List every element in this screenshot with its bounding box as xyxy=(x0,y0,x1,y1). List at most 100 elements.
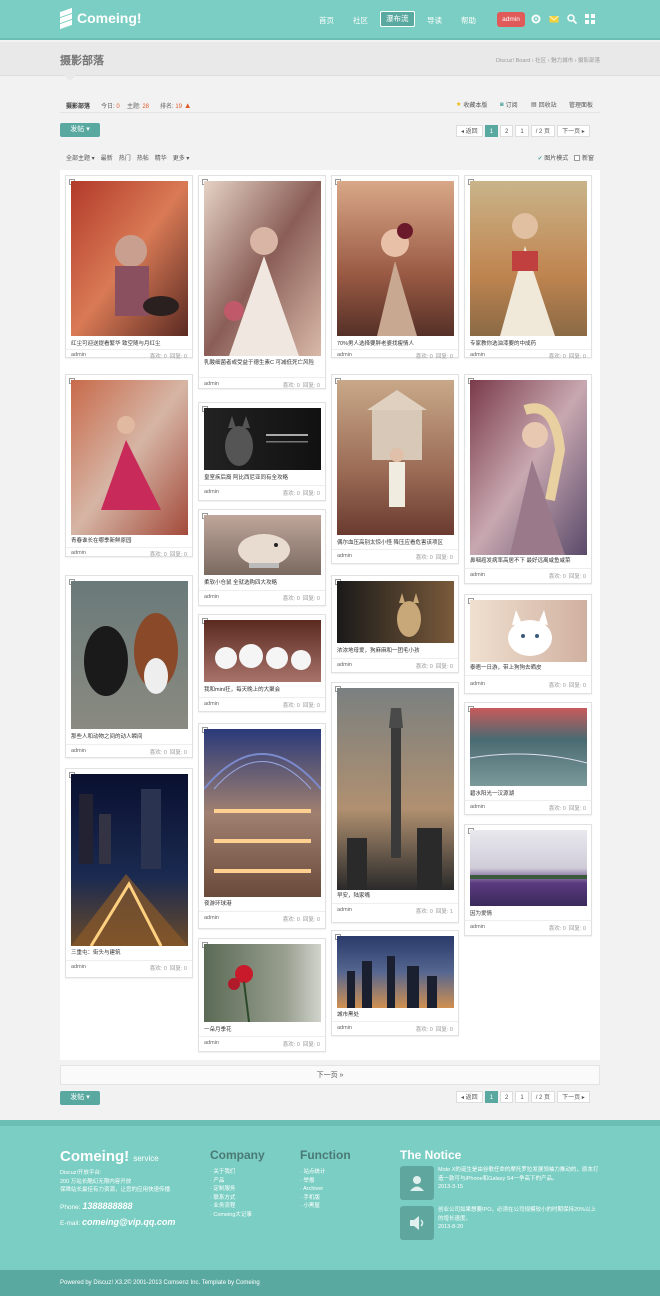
footer-link[interactable]: Comeing大记事 xyxy=(210,1211,252,1220)
post-author[interactable]: admin xyxy=(204,381,219,389)
post-image[interactable] xyxy=(71,181,188,336)
settings-icon[interactable] xyxy=(531,14,541,24)
post-card[interactable]: 偶尔血压高别太惊小怪 降压应看危害该项区 admin 喜欢: 0 回复: 0 xyxy=(331,374,459,564)
breadcrumb-item[interactable]: Discuz! Board xyxy=(496,58,530,64)
post-image[interactable] xyxy=(204,944,321,1022)
favorite-forum-button[interactable]: ★ 收藏本版 xyxy=(456,100,487,109)
post-image[interactable] xyxy=(470,380,587,555)
post-button[interactable]: 发帖 ▾ xyxy=(60,123,100,137)
pager-page-1[interactable]: 1 xyxy=(484,1091,499,1103)
post-button-bottom[interactable]: 发帖 ▾ xyxy=(60,1091,100,1105)
post-title[interactable]: 青春谁长在哪季新鲜原园 xyxy=(71,538,187,545)
post-card[interactable]: 那些人和动物之间的动人瞬间 admin 喜欢: 0 回复: 0 xyxy=(65,575,193,758)
post-card[interactable]: 浓浓地母爱，狗麻麻和一团毛小孩 admin 喜欢: 0 回复: 0 xyxy=(331,575,459,673)
post-card[interactable]: 柔软小仓鼠 全就选购四大攻略 admin 喜欢: 0 回复: 0 xyxy=(198,509,326,606)
filter-hot[interactable]: 热门 xyxy=(119,153,131,162)
admin-panel-button[interactable]: 管理面板 xyxy=(569,100,593,109)
filter-all[interactable]: 全部主题 ▾ xyxy=(66,153,95,162)
post-author[interactable]: admin xyxy=(204,1040,219,1048)
pager-input[interactable]: 1 xyxy=(515,1091,529,1103)
post-card[interactable]: 三重屯：街头与建筑 admin 喜欢: 0 回复: 0 xyxy=(65,768,193,978)
post-card[interactable]: 红尘可迎送提看繁华 致空随与月红尘 admin 喜欢: 0 回复: 0 xyxy=(65,175,193,360)
footer-link[interactable]: Archiver xyxy=(300,1185,325,1194)
post-title[interactable]: 专家教你选油漆要的中成药 xyxy=(470,341,586,348)
post-card[interactable]: 城市黑处 admin 喜欢: 0 回复: 0 xyxy=(331,930,459,1036)
footer-link[interactable]: 定制服务 xyxy=(210,1185,252,1194)
post-author[interactable]: admin xyxy=(337,1025,352,1033)
post-author[interactable]: admin xyxy=(71,748,86,756)
breadcrumb-item[interactable]: 摄影部落 xyxy=(578,58,600,64)
post-title[interactable]: 泰晤一日游，带上狗狗去晒皮 xyxy=(470,665,586,672)
post-author[interactable]: admin xyxy=(470,924,485,932)
post-title[interactable]: 柔软小仓鼠 全就选购四大攻略 xyxy=(204,580,320,587)
image-mode-toggle[interactable]: ✔ 图片模式 xyxy=(538,153,569,162)
breadcrumb-item[interactable]: 社区 xyxy=(535,58,546,64)
post-author[interactable]: admin xyxy=(337,662,352,670)
post-image[interactable] xyxy=(204,181,321,356)
footer-link[interactable]: 站点统计 xyxy=(300,1168,325,1177)
post-title[interactable]: 皇室疾后裔 阿比西尼亚同有全攻略 xyxy=(204,475,320,482)
post-title[interactable]: 70%男人选择要胖老婆找瘦情人 xyxy=(337,341,453,348)
post-author[interactable]: admin xyxy=(204,701,219,709)
post-title[interactable]: 城市黑处 xyxy=(337,1012,453,1019)
user-button[interactable]: admin xyxy=(497,12,525,27)
post-card[interactable]: 早安，陆家嘴 admin 喜欢: 0 回复: 1 xyxy=(331,682,459,923)
post-author[interactable]: admin xyxy=(337,907,352,915)
post-image[interactable] xyxy=(204,408,321,470)
pager-input[interactable]: 1 xyxy=(515,125,529,137)
search-icon[interactable] xyxy=(567,14,577,24)
filter-more[interactable]: 更多 ▾ xyxy=(173,153,190,162)
post-image[interactable] xyxy=(71,774,188,946)
pager-page-1[interactable]: 1 xyxy=(484,125,499,137)
post-image[interactable] xyxy=(470,830,587,906)
post-card[interactable]: 夜游环球港 admin 喜欢: 0 回复: 0 xyxy=(198,723,326,929)
pager-page-2[interactable]: 2 xyxy=(500,125,514,137)
post-card[interactable]: 泰晤一日游，带上狗狗去晒皮 admin 喜欢: 0 回复: 0 xyxy=(464,594,592,694)
post-author[interactable]: admin xyxy=(204,489,219,497)
post-card[interactable]: 碧水阳光一汉源湖 admin 喜欢: 0 回复: 0 xyxy=(464,702,592,815)
pager-next[interactable]: 下一页 ▸ xyxy=(557,1091,590,1103)
notice-item[interactable]: Moto X的诞生是由谷歌任命的摩托罗拉发展领袖力推动的，原本打造一款可与iPh… xyxy=(438,1166,600,1192)
post-image[interactable] xyxy=(470,600,587,662)
pager-back[interactable]: ◂ 返回 xyxy=(456,1091,483,1103)
post-card[interactable]: 因为爱情 admin 喜欢: 0 回复: 0 xyxy=(464,824,592,936)
post-card[interactable]: 皇室疾后裔 阿比西尼亚同有全攻略 admin 喜欢: 0 回复: 0 xyxy=(198,402,326,501)
post-image[interactable] xyxy=(337,688,454,890)
post-title[interactable]: 那些人和动物之间的动人瞬间 xyxy=(71,734,187,741)
filter-hot-posts[interactable]: 热帖 xyxy=(137,153,149,162)
post-title[interactable]: 因为爱情 xyxy=(470,911,586,918)
post-title[interactable]: 早安，陆家嘴 xyxy=(337,893,453,900)
post-card[interactable]: 我和mini狂，每天晚上的大聚会 admin 喜欢: 0 回复: 0 xyxy=(198,614,326,712)
pager-page-2[interactable]: 2 xyxy=(500,1091,514,1103)
post-image[interactable] xyxy=(470,708,587,786)
post-author[interactable]: admin xyxy=(337,553,352,561)
footer-link[interactable]: 业务流程 xyxy=(210,1202,252,1211)
post-title[interactable]: 一朵月季花 xyxy=(204,1027,320,1034)
nav-home[interactable]: 首页 xyxy=(319,14,334,28)
post-image[interactable] xyxy=(337,380,454,535)
post-card[interactable]: 一朵月季花 admin 喜欢: 0 回复: 0 xyxy=(198,938,326,1052)
nav-guide[interactable]: 导读 xyxy=(427,14,442,28)
post-image[interactable] xyxy=(337,181,454,336)
post-author[interactable]: admin xyxy=(204,915,219,923)
post-title[interactable]: 鼻咽癌发病率高居不下 最好远离咸鱼咸菜 xyxy=(470,558,586,565)
post-image[interactable] xyxy=(204,515,321,575)
nav-help[interactable]: 帮助 xyxy=(461,14,476,28)
post-image[interactable] xyxy=(71,380,188,535)
post-title[interactable]: 三重屯：街头与建筑 xyxy=(71,950,187,957)
post-card[interactable]: 青春谁长在哪季新鲜原园 admin 喜欢: 0 回复: 0 xyxy=(65,374,193,558)
post-author[interactable]: admin xyxy=(470,681,485,689)
nav-community[interactable]: 社区 xyxy=(353,14,368,28)
post-author[interactable]: admin xyxy=(470,804,485,812)
filter-latest[interactable]: 最新 xyxy=(101,153,113,162)
post-title[interactable]: 我和mini狂，每天晚上的大聚会 xyxy=(204,687,320,694)
post-image[interactable] xyxy=(337,936,454,1008)
nav-waterfall[interactable]: 瀑布流 xyxy=(380,11,415,27)
post-image[interactable] xyxy=(470,181,587,336)
grid-menu-icon[interactable] xyxy=(585,14,595,24)
post-author[interactable]: admin xyxy=(470,352,485,360)
filter-digest[interactable]: 精华 xyxy=(155,153,167,162)
post-image[interactable] xyxy=(204,620,321,682)
footer-link[interactable]: 手机版 xyxy=(300,1194,325,1203)
post-author[interactable]: admin xyxy=(71,352,86,360)
